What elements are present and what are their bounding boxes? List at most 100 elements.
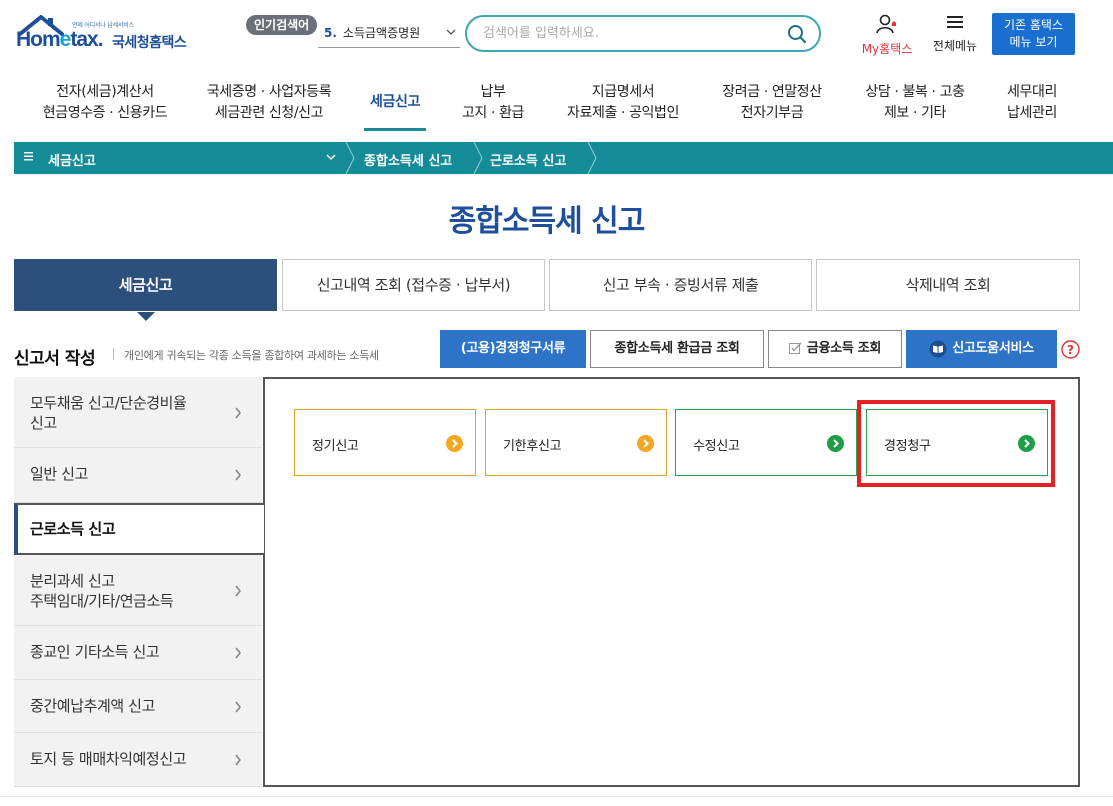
section-divider [113,348,114,360]
chevron-right-icon [235,754,242,766]
side-item-religious[interactable]: 종교인 기타소득 신고 [14,626,262,680]
breadcrumb-separator-icon [587,142,597,174]
tab-label: 삭제내역 조회 [905,276,991,294]
gnb-item-agent[interactable]: 세무대리 납세관리 [994,82,1070,124]
tab-attachments[interactable]: 신고 부속 · 증빙서류 제출 [549,259,812,311]
chevron-right-icon [235,469,242,481]
gnb-item-line2: 고지 · 환급 [461,105,525,121]
side-item-line1: 근로소득 신고 [30,520,116,538]
chevron-down-icon [446,29,456,35]
breadcrumb-level2[interactable]: 종합소득세 신고 [364,150,452,169]
gnb-item-payment[interactable]: 납부고지 · 환급 [448,82,538,124]
hamburger-icon [947,16,963,28]
side-item-line1: 중간예납추계액 신고 [30,697,155,715]
side-item-line1: 분리과세 신고 [30,572,115,590]
financial-income-label: 금융소득 조회 [806,341,882,356]
all-menu-label: 전체메뉴 [932,39,978,53]
search-box [465,15,821,52]
my-hometax-button[interactable]: My홈택스 [858,14,916,57]
side-item-line2: 신고 [30,414,57,432]
popular-term: 소득금액증명원 [342,26,421,40]
tab-tax-return[interactable]: 세금신고 [14,259,277,321]
breadcrumb-root[interactable]: 세금신고 [48,150,96,169]
employment-claim-button[interactable]: (고용)경정청구서류 [440,330,586,368]
side-item-line1: 일반 신고 [30,465,88,483]
tab-label: 세금신고 [118,276,173,294]
breadcrumb-separator-icon [345,142,355,174]
arrow-right-circle-icon [827,435,844,452]
gnb-item-line1: 상담 · 불복 · 고충 [865,84,965,100]
gnb-item-consult[interactable]: 상담 · 불복 · 고충제보 · 기타 [852,82,978,124]
svg-text:?: ? [1067,343,1074,357]
menu-lines-icon [24,152,33,161]
card-late-return[interactable]: 기한후신고 [485,409,667,476]
gnb-item-statement[interactable]: 지급명세서 자료제출 · 공익법인 [556,82,690,124]
popular-search-select[interactable]: 5. 소득금액증명원 [318,20,460,48]
card-amended-return[interactable]: 수정신고 [675,409,857,476]
tab-history[interactable]: 신고내역 조회 (접수증 · 납부서) [282,259,545,311]
side-item-line1: 종교인 기타소득 신고 [30,643,160,661]
breadcrumb-level3[interactable]: 근로소득 신고 [490,150,566,169]
logo-brand: Hometax. [16,28,104,51]
question-icon[interactable]: ? [1061,340,1080,359]
all-menu-button[interactable]: 전체메뉴 [928,14,982,54]
refund-query-button[interactable]: 종합소득세 환급금 조회 [590,330,764,368]
gnb-item-line1: 전자(세금)계산서 [56,84,154,100]
search-input[interactable] [467,17,767,50]
popular-search-tag: 인기검색어 [246,15,318,35]
gnb-item-line2: 제보 · 기타 [883,105,947,121]
chevron-right-icon [235,585,242,597]
help-service-button[interactable]: 신고도움서비스 [906,330,1057,368]
tab-bar: 세금신고 신고내역 조회 (접수증 · 납부서) 신고 부속 · 증빙서류 제출… [14,259,1080,321]
section-description: 개인에게 귀속되는 각종 소득을 종합하여 과세하는 소득세 [124,349,379,362]
gnb-item-line2: 세금관련 신청/신고 [214,105,324,121]
card-label: 수정신고 [693,439,740,454]
side-item-land-gain[interactable]: 토지 등 매매차익예정신고 [14,733,262,787]
chevron-down-icon[interactable] [326,152,336,162]
global-nav: 전자(세금)계산서 현금영수증 · 신용카드 국세증명 · 사업자등록 세금관련 신… [0,68,1113,142]
my-hometax-label: My홈택스 [861,42,913,56]
arrow-right-circle-icon [637,435,654,452]
logo-korean-name: 국세청홈택스 [112,35,187,51]
old-menu-button[interactable]: 기존 홈택스 메뉴 보기 [992,13,1075,55]
book-icon [929,340,947,357]
content-panel: 정기신고 기한후신고 수정신고 경정청구 [263,377,1080,787]
side-item-line1: 모두채움 신고/단순경비율 [30,394,187,412]
card-label: 정기신고 [312,439,359,454]
card-regular-return[interactable]: 정기신고 [294,409,476,476]
header: 언제 어디서나 납세서비스 Hometax. 국세청홈택스 인기검색어 5. 소득… [0,0,1113,68]
gnb-item-line1: 장려금 · 연말정산 [722,84,822,100]
gnb-item-certificate[interactable]: 국세증명 · 사업자등록 세금관련 신청/신고 [196,82,342,124]
breadcrumb: 세금신고 종합소득세 신고 근로소득 신고 [14,142,1113,174]
side-item-separate-tax[interactable]: 분리과세 신고주택임대/기타/연금소득 [14,555,262,626]
side-item-line1: 토지 등 매매차익예정신고 [30,750,187,768]
gnb-active-underline [364,128,426,131]
section-title: 신고서 작성 [14,349,96,369]
gnb-item-line1: 지급명세서 [591,84,655,100]
gnb-item-line1: 납부 [480,84,506,100]
gnb-item-incentive[interactable]: 장려금 · 연말정산전자기부금 [708,82,836,124]
side-item-prefilled[interactable]: 모두채움 신고/단순경비율신고 [14,377,262,448]
gnb-item-line1: 세무대리 [1007,84,1057,100]
checkbox-edit-icon [788,342,802,354]
arrow-right-circle-icon [1018,435,1035,452]
hometax-logo[interactable]: 언제 어디서나 납세서비스 Hometax. 국세청홈택스 [14,14,204,54]
old-menu-label-1: 기존 홈택스 [1003,18,1063,32]
side-item-line2: 주택임대/기타/연금소득 [30,592,174,610]
gnb-item-line2: 전자기부금 [740,105,804,121]
chevron-right-icon [235,701,242,713]
search-icon[interactable] [787,24,807,44]
gnb-item-tax-return[interactable]: 세금신고 [364,92,426,113]
gnb-item-invoice[interactable]: 전자(세금)계산서 현금영수증 · 신용카드 [32,82,178,124]
card-correction-claim[interactable]: 경정청구 [866,409,1048,476]
tab-deleted[interactable]: 삭제내역 조회 [816,259,1080,311]
tab-label: 신고 부속 · 증빙서류 제출 [602,276,759,294]
financial-income-button[interactable]: 금융소득 조회 [768,330,902,368]
user-icon [876,14,896,34]
old-menu-label-2: 메뉴 보기 [1009,35,1058,49]
side-item-general[interactable]: 일반 신고 [14,448,262,503]
side-item-earned-income[interactable]: 근로소득 신고 [14,503,264,555]
chevron-right-icon [235,647,242,659]
side-item-interim[interactable]: 중간예납추계액 신고 [14,680,262,733]
tab-label: 신고내역 조회 (접수증 · 납부서) [316,276,511,294]
